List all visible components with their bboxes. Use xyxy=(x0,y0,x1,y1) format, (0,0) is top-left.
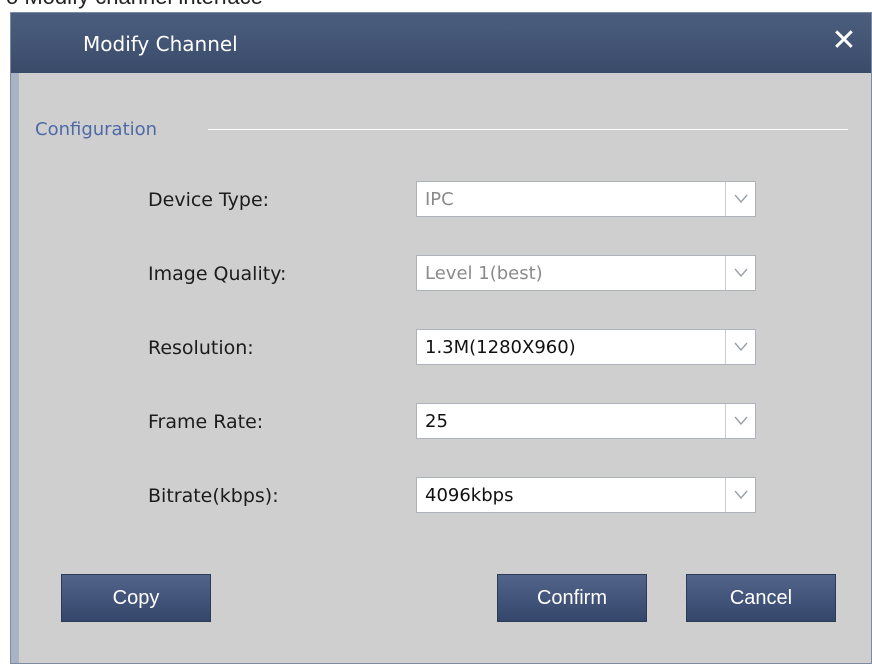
dialog-left-frame xyxy=(11,73,19,663)
copy-button[interactable]: Copy xyxy=(61,574,211,622)
image-quality-label: Image Quality: xyxy=(148,263,287,285)
chevron-down-icon[interactable] xyxy=(725,404,755,438)
frame-rate-select[interactable]: 25 xyxy=(416,403,756,439)
cancel-button[interactable]: Cancel xyxy=(686,574,836,622)
image-quality-select[interactable]: Level 1(best) xyxy=(416,255,756,291)
image-quality-value: Level 1(best) xyxy=(425,263,543,284)
resolution-select[interactable]: 1.3M(1280X960) xyxy=(416,329,756,365)
device-type-select[interactable]: IPC xyxy=(416,181,756,217)
chevron-down-icon[interactable] xyxy=(725,330,755,364)
partial-caption: o Modify channel interface xyxy=(0,0,872,12)
resolution-value: 1.3M(1280X960) xyxy=(425,337,576,358)
frame-rate-value: 25 xyxy=(425,411,448,432)
frame-rate-label: Frame Rate: xyxy=(148,411,264,433)
chevron-down-icon[interactable] xyxy=(725,182,755,216)
close-icon[interactable]: ✕ xyxy=(829,26,859,56)
dialog-titlebar[interactable]: Modify Channel ✕ xyxy=(11,13,871,73)
bitrate-label: Bitrate(kbps): xyxy=(148,485,279,507)
bitrate-select[interactable]: 4096kbps xyxy=(416,477,756,513)
partial-caption-text: o Modify channel interface xyxy=(6,0,263,10)
chevron-down-icon[interactable] xyxy=(725,256,755,290)
device-type-value: IPC xyxy=(425,189,454,210)
resolution-label: Resolution: xyxy=(148,337,254,359)
dialog-title: Modify Channel xyxy=(83,32,238,56)
configuration-label: Configuration xyxy=(35,119,158,140)
configuration-divider xyxy=(208,129,848,130)
confirm-button[interactable]: Confirm xyxy=(497,574,647,622)
device-type-label: Device Type: xyxy=(148,189,270,211)
modify-channel-dialog: Modify Channel ✕ Configuration Device Ty… xyxy=(10,12,872,664)
bitrate-value: 4096kbps xyxy=(425,485,514,506)
chevron-down-icon[interactable] xyxy=(725,478,755,512)
